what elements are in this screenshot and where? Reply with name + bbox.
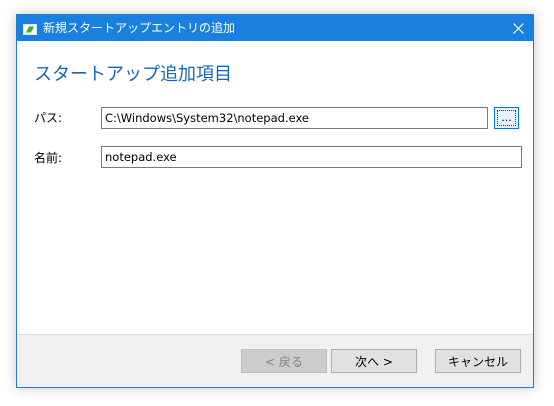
browse-button[interactable]: ... bbox=[494, 107, 519, 129]
page-heading: スタートアップ追加項目 bbox=[34, 64, 232, 85]
name-label: 名前: bbox=[34, 151, 63, 165]
window-title: 新規スタートアップエントリの追加 bbox=[43, 21, 236, 35]
dialog-footer: < 戻る 次へ > キャンセル bbox=[17, 334, 533, 387]
next-button[interactable]: 次へ > bbox=[331, 349, 417, 373]
cancel-button[interactable]: キャンセル bbox=[435, 349, 521, 373]
startup-app-icon bbox=[23, 21, 37, 35]
close-icon bbox=[512, 19, 524, 38]
title-bar[interactable]: 新規スタートアップエントリの追加 bbox=[17, 15, 533, 41]
close-button[interactable] bbox=[503, 15, 533, 41]
next-button-label: 次へ > bbox=[355, 354, 393, 369]
browse-button-label: ... bbox=[501, 111, 512, 124]
path-label: パス: bbox=[34, 111, 63, 125]
cancel-button-label: キャンセル bbox=[447, 354, 508, 369]
path-input[interactable] bbox=[101, 107, 488, 129]
back-button-label: < 戻る bbox=[265, 354, 303, 369]
name-input[interactable] bbox=[101, 146, 522, 168]
back-button[interactable]: < 戻る bbox=[241, 349, 327, 373]
add-startup-entry-dialog: 新規スタートアップエントリの追加 スタートアップ追加項目 パス: ... 名前:… bbox=[16, 14, 534, 388]
